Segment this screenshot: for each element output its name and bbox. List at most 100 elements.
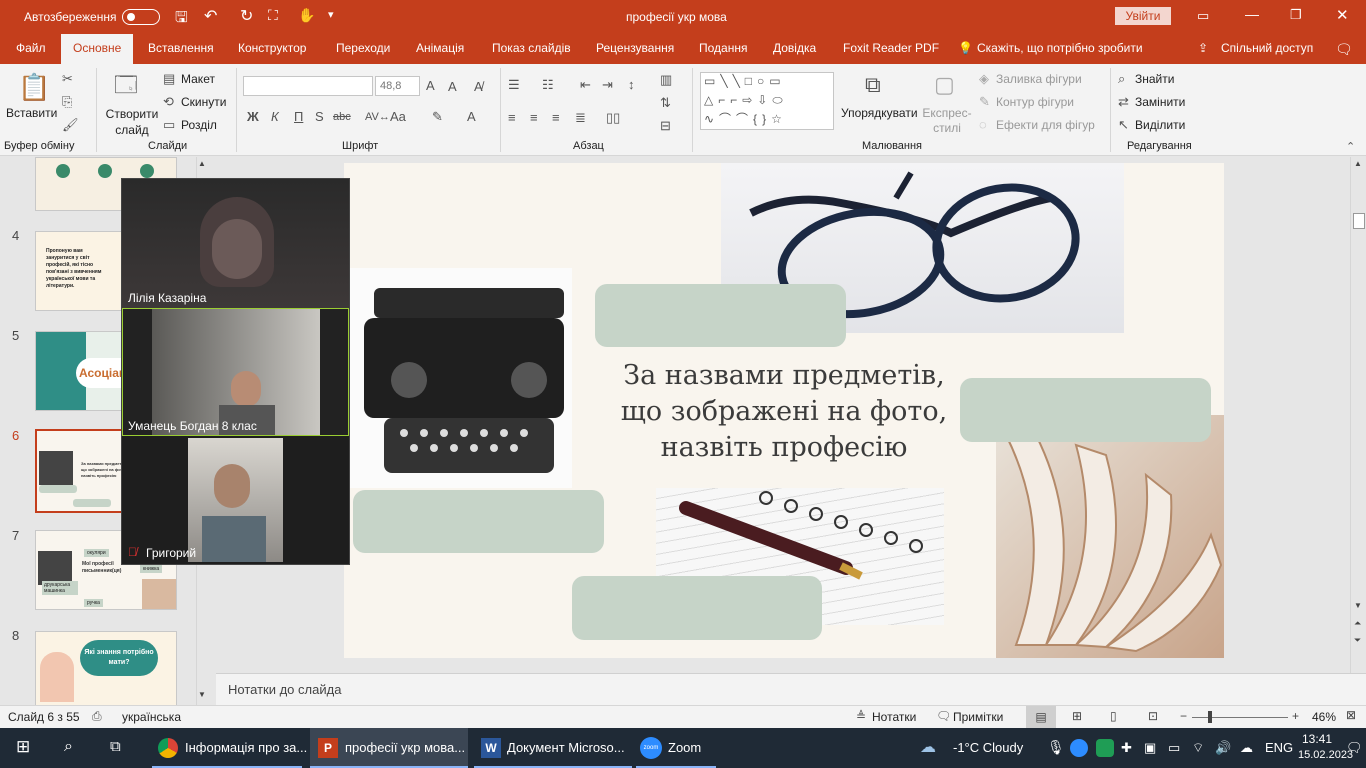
slide-canvas[interactable]: За назвами предметів, що зображені на фо… [344,163,1224,658]
answer-box-3[interactable] [353,490,604,553]
format-painter-icon[interactable]: 🖌 [62,118,79,132]
quick-styles-button[interactable]: Експрес-стилі [922,106,972,136]
clock-date[interactable]: 15.02.2023 [1298,728,1353,768]
bullets-icon[interactable]: ☰ [508,78,520,92]
tab-file[interactable]: Файл [16,41,46,55]
answer-box-4[interactable] [572,576,822,640]
text-direction-icon[interactable]: ⇅ [660,96,671,110]
spacing-icon[interactable]: AV↔ [365,110,390,124]
slideshow-icon[interactable]: ⊡ [1148,709,1158,723]
weather-label[interactable]: -1°C Cloudy [953,728,1023,768]
redo-icon[interactable]: ↻ [240,6,253,26]
comments-button[interactable]: Примітки [953,710,1003,724]
scroll-up-icon[interactable]: ▲ [198,159,206,168]
shapes-row-2[interactable]: △⌐⌐⇨⇩⬭ [704,93,824,107]
shadow-button[interactable]: S [315,110,324,124]
notes-button[interactable]: Нотатки [872,710,916,724]
new-slide-button[interactable]: Створити слайд [104,106,160,138]
fit-to-window-icon[interactable]: ⊠ [1346,708,1356,722]
tray-app-icon-2[interactable]: ✚ [1121,728,1132,768]
volume-icon[interactable]: 🔊 [1215,728,1231,768]
previous-slide-icon[interactable]: ⏶ [1354,618,1361,629]
cloud-sync-icon[interactable]: ☁ [1240,728,1253,768]
reset-button[interactable]: Скинути [181,95,226,109]
bold-button[interactable]: Ж [247,110,259,124]
new-slide-icon[interactable]: 🗔 [114,72,138,98]
video-tile-1[interactable]: Лілія Казаріна [122,179,349,308]
justify-icon[interactable]: ≣ [575,111,586,125]
touch-icon[interactable]: ✋ [298,7,315,24]
weather-icon[interactable]: ☁ [920,728,936,768]
slide-sorter-icon[interactable]: ⊞ [1072,709,1082,723]
network-icon[interactable]: ▣ [1144,728,1156,768]
sign-in-button[interactable]: Увійти [1115,7,1171,25]
align-center-icon[interactable]: ≡ [530,111,538,125]
columns-split-icon[interactable]: ▯▯ [606,111,620,125]
minimize-icon[interactable]: — [1245,6,1259,22]
restore-icon[interactable]: ❐ [1290,7,1302,23]
tab-slideshow[interactable]: Показ слайдів [492,41,571,55]
taskbar-chrome[interactable]: Інформація про за... [152,728,307,768]
increase-indent-icon[interactable]: ⇥ [602,78,613,92]
align-left-icon[interactable]: ≡ [508,111,516,125]
zoom-level[interactable]: 46% [1312,710,1336,724]
columns-icon[interactable]: ▥ [660,73,672,87]
replace-button[interactable]: Замінити [1135,95,1185,109]
tab-view[interactable]: Подання [699,41,747,55]
tab-help[interactable]: Довідка [773,41,816,55]
save-icon[interactable]: 🖫 [175,7,188,32]
tray-app-icon[interactable] [1096,739,1114,757]
video-tile-3[interactable]: 🎙̸ Григорий [122,436,349,564]
language-status[interactable]: українська [122,710,181,724]
paste-button[interactable]: Вставити [6,106,57,120]
shapes-row-1[interactable]: ▭╲╲□○▭ [704,74,824,88]
highlight-icon[interactable]: ✎ [432,110,443,124]
tell-me-search[interactable]: Скажіть, що потрібно зробити [977,41,1143,55]
ribbon-display-icon[interactable]: ▭ [1197,8,1209,24]
spellcheck-icon[interactable]: ⎙ [92,709,102,724]
notes-pane[interactable]: Нотатки до слайда [216,673,1366,705]
layout-button[interactable]: Макет [181,72,215,86]
next-slide-icon[interactable]: ⏷ [1354,635,1361,646]
font-color-icon[interactable]: A [467,110,476,124]
customize-icon[interactable]: ▾ [328,8,334,21]
italic-button[interactable]: К [271,110,279,124]
arrange-icon[interactable]: ⧉ [865,72,881,98]
tab-home[interactable]: Основне [61,34,134,64]
tab-insert[interactable]: Вставлення [148,41,214,55]
video-tile-2-active[interactable]: Уманець Богдан 8 клас [122,308,349,436]
tab-animations[interactable]: Анімація [416,41,464,55]
undo-icon[interactable]: ↶ [204,6,217,26]
microphone-icon[interactable]: 🎙 [1047,728,1065,768]
font-family-combo[interactable] [243,76,373,96]
tab-foxit[interactable]: Foxit Reader PDF [843,41,939,55]
answer-box-1[interactable] [595,284,846,347]
slide-scrollbar[interactable]: ▲ ▼ ⏶ ⏷ [1350,157,1366,673]
scroll-down-icon[interactable]: ▼ [198,690,206,699]
cut-icon[interactable]: ✂ [62,72,73,86]
task-view-icon[interactable]: ⧉ [110,728,121,768]
numbering-icon[interactable]: ☷ [542,78,554,92]
decrease-indent-icon[interactable]: ⇤ [580,78,591,92]
shape-effects-button[interactable]: Ефекти для фігур [996,118,1095,132]
notifications-icon[interactable]: 🗨 [1346,728,1363,768]
shapes-row-3[interactable]: ∿⌒⌒{}☆ [704,112,824,126]
zoom-video-panel[interactable]: Лілія Казаріна Уманець Богдан 8 клас 🎙̸ … [121,178,350,565]
battery-icon[interactable]: ▭ [1168,728,1180,768]
tab-review[interactable]: Рецензування [596,41,674,55]
shrink-font-icon[interactable]: A [448,80,457,94]
scroll-up-icon[interactable]: ▲ [1354,159,1362,168]
comment-icon[interactable]: 🗨 [1335,41,1353,58]
zoom-in-icon[interactable]: + [1292,709,1299,723]
zoom-slider-thumb[interactable] [1208,711,1212,723]
clear-format-icon[interactable]: A̸ [474,80,483,94]
tab-transitions[interactable]: Переходи [336,41,390,55]
strikethrough-button[interactable]: abc [333,110,351,124]
taskbar-powerpoint[interactable]: P професії укр мова... [310,728,468,768]
align-right-icon[interactable]: ≡ [552,111,560,125]
align-text-icon[interactable]: ⊟ [660,119,671,133]
underline-button[interactable]: П [294,110,303,124]
grow-font-icon[interactable]: A [426,79,435,93]
input-language[interactable]: ENG [1265,728,1293,768]
wifi-icon[interactable]: ⌔ [1192,728,1204,768]
